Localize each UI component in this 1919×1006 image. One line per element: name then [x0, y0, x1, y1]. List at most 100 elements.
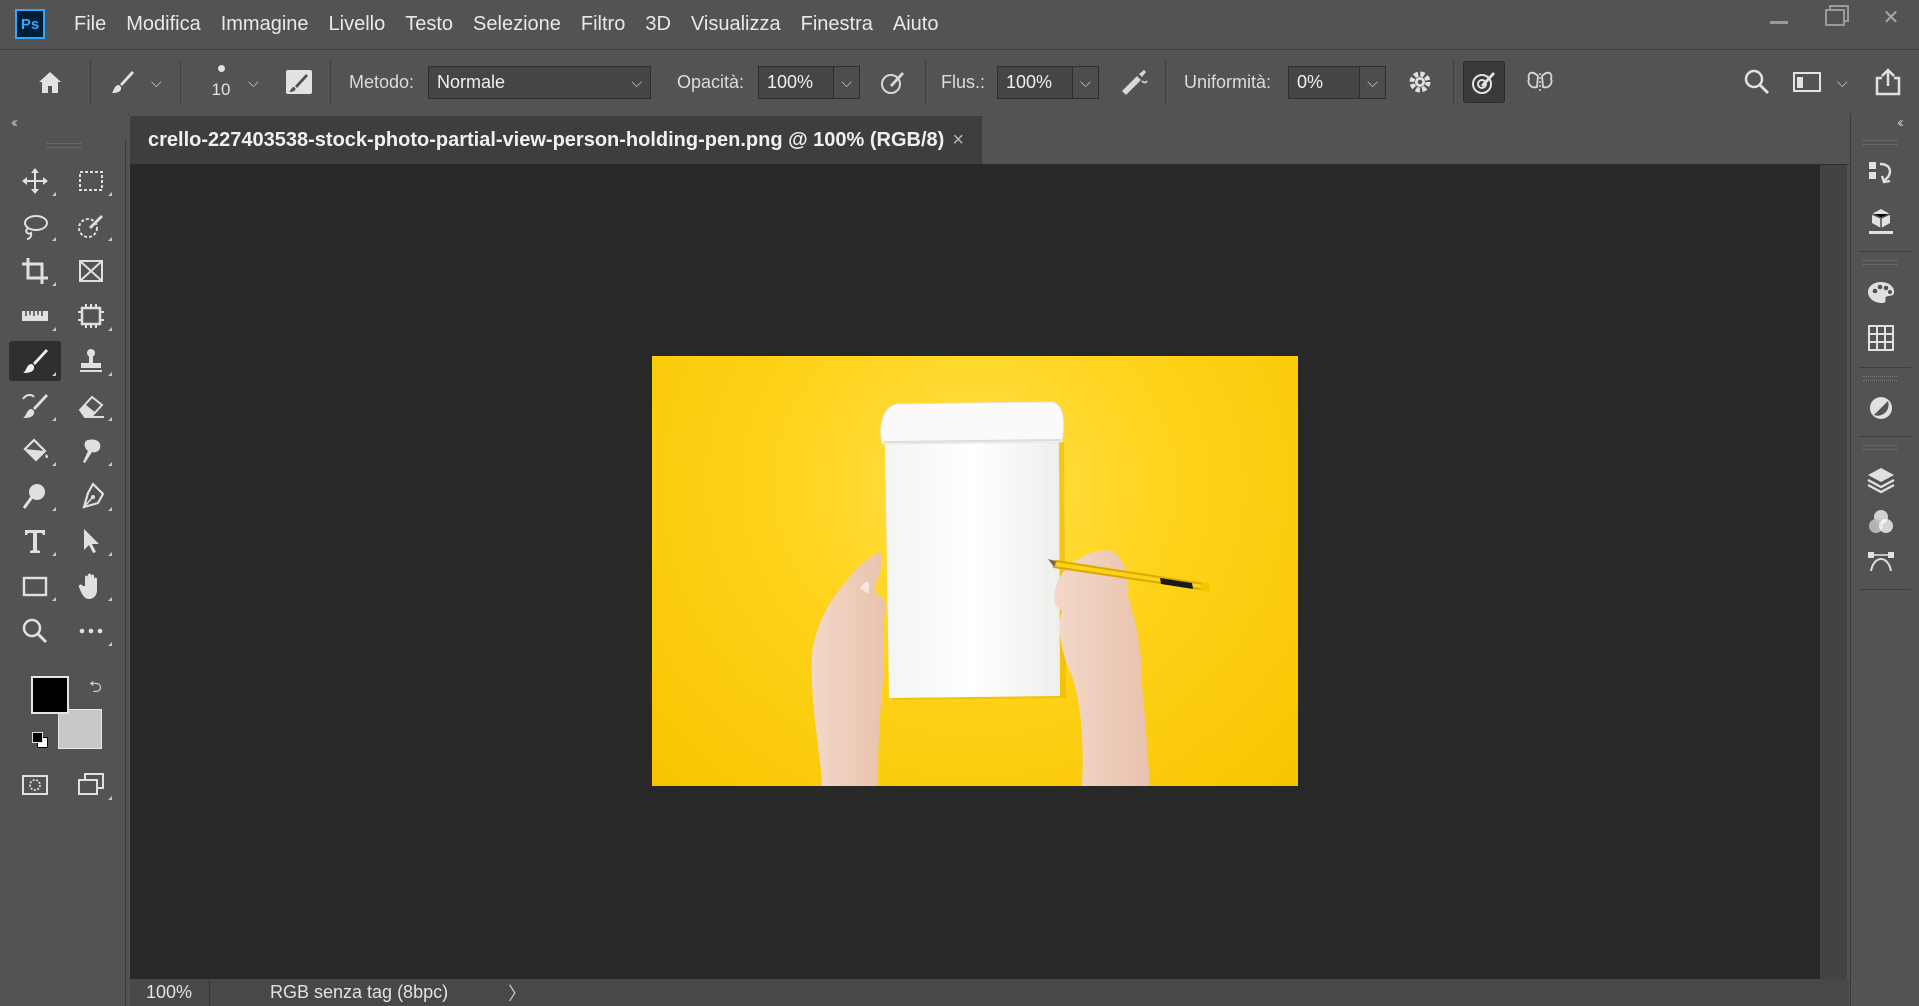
document-image[interactable]: [652, 356, 1298, 786]
rectangle-tool[interactable]: [9, 566, 61, 606]
document-info: RGB senza tag (8bpc): [270, 982, 449, 1002]
channels-panel-button[interactable]: [1865, 506, 1897, 538]
chevron-down-icon: ⌵: [1367, 73, 1378, 90]
menu-aiuto[interactable]: Aiuto: [883, 13, 949, 36]
collapse-toolbar-icon[interactable]: ‹‹: [11, 114, 18, 131]
airbrush-toggle[interactable]: [1115, 50, 1151, 114]
chevron-down-icon: ⌵: [631, 73, 642, 90]
edit-toolbar-button[interactable]: [65, 611, 117, 651]
zoom-tool[interactable]: [9, 611, 61, 651]
brush-settings-icon: [286, 70, 312, 94]
tool-preset-chevron[interactable]: ⌵: [151, 50, 162, 114]
mode-label: Metodo:: [349, 71, 415, 92]
gear-icon: [1409, 71, 1431, 93]
search-button[interactable]: [1740, 50, 1774, 114]
document-tab[interactable]: crello-227403538-stock-photo-partial-vie…: [130, 116, 982, 164]
symmetry-options-button[interactable]: [1522, 50, 1558, 114]
frame-icon: [79, 260, 103, 282]
smoothing-slider-toggle[interactable]: ⌵: [1360, 65, 1386, 99]
minimize-icon: [1770, 20, 1788, 24]
quick-selection-tool[interactable]: [65, 206, 117, 246]
brush-tool[interactable]: [9, 341, 61, 381]
expand-panels-icon[interactable]: ‹‹: [1897, 114, 1904, 131]
3d-panel-button[interactable]: [1865, 206, 1897, 238]
background-color-swatch[interactable]: [58, 709, 102, 749]
menu-livello[interactable]: Livello: [319, 13, 396, 36]
flow-input[interactable]: 100%: [997, 65, 1073, 99]
menu-file[interactable]: File: [64, 13, 116, 36]
swatches-panel-button[interactable]: [1865, 322, 1897, 354]
ruler-tool[interactable]: [9, 296, 61, 336]
vertical-scrollbar[interactable]: [1820, 165, 1847, 979]
opacity-slider-toggle[interactable]: ⌵: [834, 65, 860, 99]
restore-button[interactable]: [1807, 0, 1863, 34]
color-panel-button[interactable]: [1865, 276, 1897, 308]
smudge-tool[interactable]: [65, 431, 117, 471]
flow-slider-toggle[interactable]: ⌵: [1073, 65, 1099, 99]
type-tool[interactable]: [9, 521, 61, 561]
workspace-button[interactable]: [1790, 50, 1824, 114]
swap-colors-icon[interactable]: ⮌: [89, 676, 102, 703]
pressure-size-toggle[interactable]: [1463, 61, 1505, 103]
menu-visualizza[interactable]: Visualizza: [681, 13, 791, 36]
left-tool-column: ‹‹ ⮌: [0, 114, 127, 1006]
menu-immagine[interactable]: Immagine: [211, 13, 319, 36]
smoothing-options-button[interactable]: [1402, 50, 1438, 114]
dodge-tool[interactable]: [9, 476, 61, 516]
menu-modifica[interactable]: Modifica: [116, 13, 210, 36]
lasso-tool[interactable]: [9, 206, 61, 246]
minimize-button[interactable]: [1751, 0, 1807, 34]
home-button[interactable]: [30, 50, 70, 114]
eraser-tool[interactable]: [65, 386, 117, 426]
brush-settings-panel-toggle[interactable]: [282, 50, 316, 114]
pressure-opacity-toggle[interactable]: [876, 50, 910, 114]
right-panel-dock: ‹‹: [1850, 114, 1919, 1006]
workspace-chevron[interactable]: ⌵: [1837, 50, 1848, 114]
pen-tool[interactable]: [65, 476, 117, 516]
history-panel-button[interactable]: [1865, 158, 1897, 190]
layers-panel-button[interactable]: [1865, 464, 1897, 496]
foreground-color-swatch[interactable]: [31, 676, 69, 714]
tool-preset-picker[interactable]: [106, 50, 140, 114]
menu-filtro[interactable]: Filtro: [571, 13, 635, 36]
smoothing-input[interactable]: 0%: [1288, 65, 1360, 99]
history-brush-tool[interactable]: [9, 386, 61, 426]
share-button[interactable]: [1870, 50, 1906, 114]
adjustments-panel-button[interactable]: [1865, 392, 1897, 424]
toolbar-grip[interactable]: [47, 143, 81, 148]
menu-finestra[interactable]: Finestra: [791, 13, 883, 36]
zoom-level-field[interactable]: 100%: [130, 979, 210, 1006]
frame-tool[interactable]: [65, 251, 117, 291]
close-window-button[interactable]: ✕: [1863, 0, 1919, 34]
paint-bucket-tool[interactable]: [9, 431, 61, 471]
photoshop-logo[interactable]: Ps: [15, 9, 45, 39]
brush-size-chevron[interactable]: ⌵: [248, 50, 259, 114]
crop-tool[interactable]: [9, 251, 61, 291]
eraser-icon: [78, 395, 104, 418]
hand-tool[interactable]: [65, 566, 117, 606]
chevron-down-icon: ⌵: [1080, 73, 1091, 90]
marquee-tool[interactable]: [65, 161, 117, 201]
paths-panel-button[interactable]: [1865, 546, 1897, 578]
lasso-icon: [24, 215, 48, 240]
path-selection-icon: [84, 529, 99, 553]
opacity-input[interactable]: 100%: [758, 65, 834, 99]
close-tab-icon[interactable]: ×: [952, 129, 964, 152]
zoom-icon: [22, 618, 48, 644]
path-selection-tool[interactable]: [65, 521, 117, 561]
screen-mode-button[interactable]: [65, 765, 117, 805]
mode-dropdown[interactable]: Normale ⌵: [428, 65, 651, 99]
quick-mask-button[interactable]: [9, 765, 61, 805]
brush-size-picker[interactable]: 10: [205, 50, 237, 114]
type-icon: [25, 530, 45, 553]
history-brush-icon: [22, 393, 48, 418]
default-colors-icon[interactable]: [32, 732, 48, 748]
clone-stamp-tool[interactable]: [65, 341, 117, 381]
status-menu-arrow[interactable]: 〉: [508, 980, 526, 1006]
content-aware-tool[interactable]: [65, 296, 117, 336]
menu-testo[interactable]: Testo: [395, 13, 463, 36]
move-tool[interactable]: [9, 161, 61, 201]
quick-mask-icon: [22, 775, 48, 795]
menu-3d[interactable]: 3D: [635, 13, 681, 36]
menu-selezione[interactable]: Selezione: [463, 13, 571, 36]
